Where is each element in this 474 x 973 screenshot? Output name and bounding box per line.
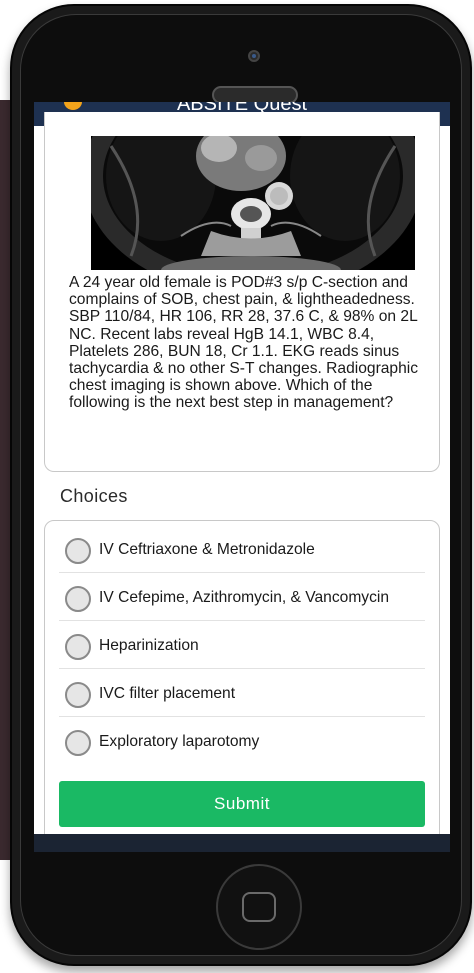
radio-button[interactable] bbox=[65, 538, 91, 564]
choice-option[interactable]: Exploratory laparotomy bbox=[59, 719, 425, 765]
choices-heading: Choices bbox=[60, 486, 128, 506]
home-square-icon bbox=[242, 892, 276, 922]
home-button[interactable] bbox=[216, 864, 302, 950]
camera-icon bbox=[248, 50, 260, 62]
radio-button[interactable] bbox=[65, 634, 91, 660]
choice-label: IVC filter placement bbox=[99, 685, 236, 702]
radio-button[interactable] bbox=[65, 730, 91, 756]
question-text: A 24 year old female is POD#3 s/p C-sect… bbox=[69, 274, 419, 412]
choice-option[interactable]: IVC filter placement bbox=[59, 671, 425, 717]
submit-button[interactable]: Submit bbox=[59, 781, 425, 827]
choice-label: Exploratory laparotomy bbox=[99, 733, 260, 750]
question-card: A 24 year old female is POD#3 s/p C-sect… bbox=[44, 112, 440, 472]
app-screen: ABSITE Quest A 24 year old female is POD… bbox=[34, 102, 450, 852]
choices-card: IV Ceftriaxone & Metronidazole IV Cefepi… bbox=[44, 520, 440, 852]
choice-label: Heparinization bbox=[99, 637, 199, 654]
bottom-bar bbox=[34, 834, 450, 852]
choice-label: IV Ceftriaxone & Metronidazole bbox=[99, 541, 315, 558]
page: ABSITE Quest A 24 year old female is POD… bbox=[0, 0, 474, 973]
ct-scan-image bbox=[91, 136, 415, 270]
choice-label: IV Cefepime, Azithromycin, & Vancomycin bbox=[99, 589, 390, 606]
radio-button[interactable] bbox=[65, 586, 91, 612]
radio-button[interactable] bbox=[65, 682, 91, 708]
choice-option[interactable]: IV Cefepime, Azithromycin, & Vancomycin bbox=[59, 575, 425, 621]
choice-option[interactable]: Heparinization bbox=[59, 623, 425, 669]
choice-option[interactable]: IV Ceftriaxone & Metronidazole bbox=[59, 527, 425, 573]
ct-scan-graphic bbox=[91, 136, 415, 270]
